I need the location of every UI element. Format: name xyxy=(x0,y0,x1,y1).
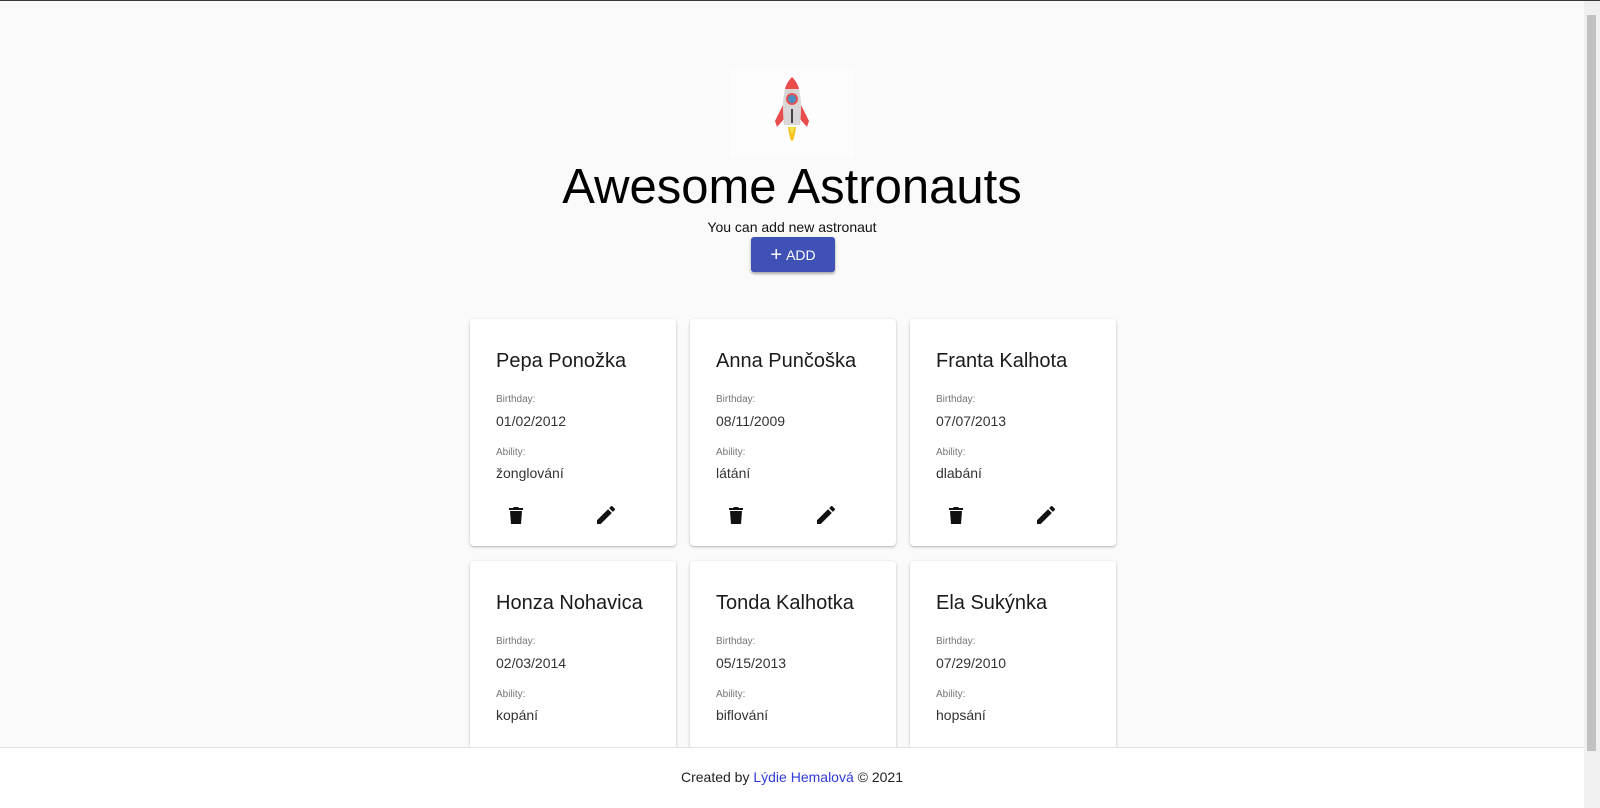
astronaut-name: Franta Kalhota xyxy=(936,350,1068,372)
app-logo xyxy=(730,69,854,157)
birthday-value: 07/07/2013 xyxy=(936,413,1007,429)
ability-label: Ability: xyxy=(496,689,526,700)
page-footer: Created by Lýdie Hemalová © 2021 xyxy=(0,747,1584,808)
footer-prefix: Created by xyxy=(680,769,750,785)
delete-button[interactable] xyxy=(718,739,754,747)
edit-button[interactable] xyxy=(808,497,844,533)
edit-button[interactable] xyxy=(1028,739,1064,747)
astronaut-card: Pepa Ponožka Birthday: 01/02/2012 Abilit… xyxy=(470,319,676,546)
pencil-icon xyxy=(817,506,835,524)
astronaut-card: Franta Kalhota Birthday: 07/07/2013 Abil… xyxy=(910,319,1116,546)
astronaut-name: Honza Nohavica xyxy=(496,592,643,614)
add-astronaut-button[interactable]: + ADD xyxy=(751,237,835,272)
author-link[interactable]: Lýdie Hemalová xyxy=(753,769,853,785)
astronaut-name: Tonda Kalhotka xyxy=(716,592,854,614)
ability-value: hopsání xyxy=(936,707,986,723)
ability-value: kopání xyxy=(496,707,539,723)
trash-icon xyxy=(509,507,523,524)
trash-icon xyxy=(729,507,743,524)
astronaut-card: Honza Nohavica Birthday: 02/03/2014 Abil… xyxy=(470,561,676,747)
ability-label: Ability: xyxy=(936,447,966,458)
delete-button[interactable] xyxy=(938,739,974,747)
birthday-label: Birthday: xyxy=(496,636,536,647)
birthday-value: 02/03/2014 xyxy=(496,655,567,671)
ability-label: Ability: xyxy=(716,447,746,458)
ability-label: Ability: xyxy=(936,689,966,700)
birthday-label: Birthday: xyxy=(936,394,976,405)
edit-button[interactable] xyxy=(808,739,844,747)
plus-icon: + xyxy=(770,243,783,266)
ability-value: dlabání xyxy=(936,465,982,481)
scrollbar-thumb[interactable] xyxy=(1587,15,1596,751)
birthday-label: Birthday: xyxy=(496,394,536,405)
delete-button[interactable] xyxy=(498,739,534,747)
rocket-icon xyxy=(775,77,809,141)
astronaut-card: Tonda Kalhotka Birthday: 05/15/2013 Abil… xyxy=(690,561,896,747)
ability-value: biflování xyxy=(716,707,769,723)
page-subtitle: You can add new astronaut xyxy=(707,219,877,235)
astronaut-name: Pepa Ponožka xyxy=(496,350,627,372)
ability-label: Ability: xyxy=(716,689,746,700)
astronaut-card: Anna Punčoška Birthday: 08/11/2009 Abili… xyxy=(690,319,896,546)
edit-button[interactable] xyxy=(588,739,624,747)
vertical-scrollbar[interactable] xyxy=(1584,1,1600,808)
astronaut-card: Ela Sukýnka Birthday: 07/29/2010 Ability… xyxy=(910,561,1116,747)
delete-button[interactable] xyxy=(938,497,974,533)
add-button-label: ADD xyxy=(786,246,816,263)
birthday-label: Birthday: xyxy=(716,636,756,647)
birthday-value: 07/29/2010 xyxy=(936,655,1007,671)
delete-button[interactable] xyxy=(498,497,534,533)
pencil-icon xyxy=(597,506,615,524)
edit-button[interactable] xyxy=(1028,497,1064,533)
birthday-value: 05/15/2013 xyxy=(716,655,787,671)
page-title: Awesome Astronauts xyxy=(562,160,1022,214)
ability-value: žonglování xyxy=(496,465,564,481)
pencil-icon xyxy=(1037,506,1055,524)
birthday-label: Birthday: xyxy=(936,636,976,647)
astronaut-name: Anna Punčoška xyxy=(716,350,857,372)
delete-button[interactable] xyxy=(718,497,754,533)
ability-value: látání xyxy=(716,465,751,481)
footer-copyright: © 2021 xyxy=(857,769,903,785)
ability-label: Ability: xyxy=(496,447,526,458)
edit-button[interactable] xyxy=(588,497,624,533)
birthday-value: 01/02/2012 xyxy=(496,413,567,429)
main-content: Awesome Astronauts You can add new astro… xyxy=(0,1,1584,747)
trash-icon xyxy=(949,507,963,524)
birthday-value: 08/11/2009 xyxy=(716,413,786,429)
birthday-label: Birthday: xyxy=(716,394,756,405)
astronaut-name: Ela Sukýnka xyxy=(936,592,1048,614)
